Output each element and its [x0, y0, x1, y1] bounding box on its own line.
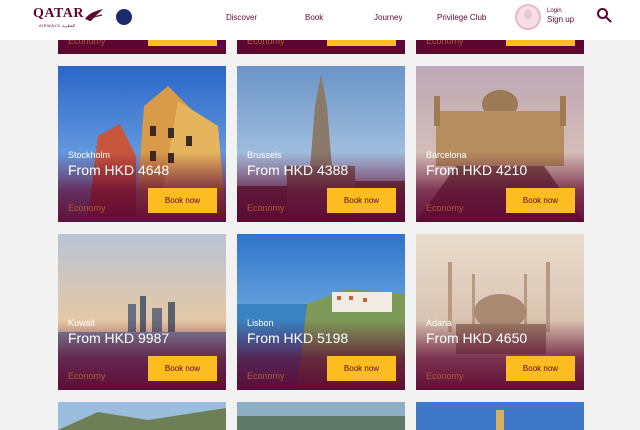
oneworld-icon [116, 9, 132, 25]
city-name: Kuwait [68, 318, 96, 328]
avatar[interactable] [515, 4, 541, 30]
destination-photo-partial [416, 402, 584, 430]
book-now-button[interactable]: Book now [148, 188, 217, 213]
city-name: Barcelona [426, 150, 467, 160]
city-name: Stockholm [68, 150, 111, 160]
book-now-button[interactable]: Book now [327, 188, 396, 213]
city-name: Adana [426, 318, 453, 328]
cabin-class: Economy [247, 203, 285, 213]
oryx-icon [85, 9, 103, 22]
destination-card-partial[interactable] [237, 402, 405, 430]
login-link[interactable]: Login [547, 8, 562, 14]
book-now-button-partial[interactable] [327, 40, 396, 46]
destination-card-kuwait[interactable]: Kuwait From HKD 9987 Economy Book now [58, 234, 226, 390]
book-now-button-partial[interactable] [148, 40, 217, 46]
top-navigation-bar: QATAR AIRWAYS القطرية Discover Book Jour… [0, 0, 640, 40]
book-now-button[interactable]: Book now [148, 356, 217, 381]
destination-card-partial[interactable] [58, 402, 226, 430]
destination-card-barcelona[interactable]: Barcelona From HKD 4210 Economy Book now [416, 66, 584, 222]
book-now-button[interactable]: Book now [327, 356, 396, 381]
nav-book[interactable]: Book [305, 13, 323, 22]
city-name: Lisbon [247, 318, 274, 328]
fare-price: From HKD 4650 [426, 330, 528, 346]
cabin-class: Economy [426, 371, 464, 381]
fare-price: From HKD 5198 [247, 330, 349, 346]
destination-photo-partial [58, 402, 226, 430]
destination-photo-partial [237, 402, 405, 430]
cabin-class: Economy [426, 203, 464, 213]
destination-card-partial[interactable] [416, 402, 584, 430]
cabin-class: Economy [68, 371, 106, 381]
book-now-button[interactable]: Book now [506, 356, 575, 381]
cabin-class: Economy [68, 203, 106, 213]
logo-subtitle: AIRWAYS القطرية [39, 23, 76, 28]
signup-link[interactable]: Sign up [547, 15, 574, 24]
destination-card-brussels[interactable]: Brussels From HKD 4388 Economy Book now [237, 66, 405, 222]
fare-price: From HKD 4388 [247, 162, 349, 178]
destination-card-adana[interactable]: Adana From HKD 4650 Economy Book now [416, 234, 584, 390]
qatar-airways-logo[interactable]: QATAR AIRWAYS القطرية [33, 6, 103, 32]
city-name: Brussels [247, 150, 282, 160]
cabin-class: Economy [247, 371, 285, 381]
fare-price: From HKD 4210 [426, 162, 528, 178]
search-icon[interactable] [596, 7, 612, 23]
nav-journey[interactable]: Journey [374, 13, 402, 22]
nav-privilege-club[interactable]: Privilege Club [437, 13, 486, 22]
destination-card-lisbon[interactable]: Lisbon From HKD 5198 Economy Book now [237, 234, 405, 390]
destination-card-stockholm[interactable]: Stockholm From HKD 4648 Economy Book now [58, 66, 226, 222]
logo-wordmark: QATAR [33, 6, 84, 21]
nav-discover[interactable]: Discover [226, 13, 257, 22]
book-now-button[interactable]: Book now [506, 188, 575, 213]
book-now-button-partial[interactable] [506, 40, 575, 46]
fare-price: From HKD 4648 [68, 162, 170, 178]
fare-price: From HKD 9987 [68, 330, 170, 346]
